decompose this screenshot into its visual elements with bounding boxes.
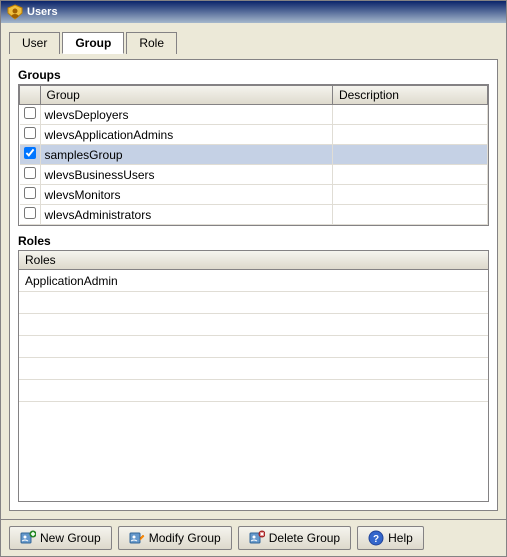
modify-group-label: Modify Group — [149, 531, 221, 545]
table-row[interactable]: samplesGroup — [20, 145, 488, 165]
table-row[interactable]: wlevsMonitors — [20, 185, 488, 205]
groups-table-wrapper: Group Description wlevsDeployerswlevsApp… — [18, 84, 489, 226]
help-button[interactable]: ? Help — [357, 526, 424, 550]
row-group-name: wlevsBusinessUsers — [40, 165, 332, 185]
new-group-label: New Group — [40, 531, 101, 545]
groups-header-row: Group Description — [20, 86, 488, 105]
button-bar: New Group Modify Group — [1, 519, 506, 556]
window: Users User Group Role Groups — [0, 0, 507, 557]
table-row[interactable]: wlevsBusinessUsers — [20, 165, 488, 185]
edit-group-icon — [129, 530, 145, 546]
roles-section: Roles Roles ApplicationAdmin — [18, 234, 489, 502]
row-checkbox-cell — [20, 205, 41, 225]
row-checkbox[interactable] — [24, 127, 36, 139]
roles-header: Roles — [19, 251, 488, 270]
row-description — [332, 125, 487, 145]
users-icon — [7, 4, 23, 20]
tab-user[interactable]: User — [9, 32, 60, 54]
new-group-button[interactable]: New Group — [9, 526, 112, 550]
modify-group-button[interactable]: Modify Group — [118, 526, 232, 550]
add-group-icon — [20, 530, 36, 546]
tab-role[interactable]: Role — [126, 32, 177, 54]
roles-row — [19, 380, 488, 402]
roles-row — [19, 292, 488, 314]
row-group-name: wlevsDeployers — [40, 105, 332, 125]
groups-section: Groups Group Description — [18, 68, 489, 226]
roles-table-container: Roles ApplicationAdmin — [18, 250, 489, 502]
roles-label: Roles — [18, 234, 489, 248]
row-checkbox-cell — [20, 165, 41, 185]
row-checkbox[interactable] — [24, 167, 36, 179]
col-checkbox — [20, 86, 41, 105]
row-checkbox[interactable] — [24, 187, 36, 199]
tab-group[interactable]: Group — [62, 32, 124, 54]
delete-group-button[interactable]: Delete Group — [238, 526, 351, 550]
groups-label: Groups — [18, 68, 489, 82]
row-description — [332, 185, 487, 205]
delete-group-icon — [249, 530, 265, 546]
groups-table: Group Description wlevsDeployerswlevsApp… — [19, 85, 488, 225]
content-area: User Group Role Groups — [1, 23, 506, 519]
tab-bar: User Group Role — [9, 31, 498, 53]
table-row[interactable]: wlevsDeployers — [20, 105, 488, 125]
delete-group-label: Delete Group — [269, 531, 340, 545]
row-description — [332, 165, 487, 185]
row-checkbox-cell — [20, 145, 41, 165]
row-description — [332, 105, 487, 125]
row-checkbox-cell — [20, 125, 41, 145]
col-group: Group — [40, 86, 332, 105]
table-row[interactable]: wlevsAdministrators — [20, 205, 488, 225]
title-bar: Users — [1, 1, 506, 23]
row-description — [332, 205, 487, 225]
col-description: Description — [332, 86, 487, 105]
table-row[interactable]: wlevsApplicationAdmins — [20, 125, 488, 145]
groups-scroll[interactable]: Group Description wlevsDeployerswlevsApp… — [19, 85, 488, 225]
row-group-name: wlevsApplicationAdmins — [40, 125, 332, 145]
svg-text:?: ? — [373, 534, 379, 545]
row-group-name: samplesGroup — [40, 145, 332, 165]
row-checkbox[interactable] — [24, 107, 36, 119]
main-panel: Groups Group Description — [9, 59, 498, 511]
row-group-name: wlevsAdministrators — [40, 205, 332, 225]
help-icon: ? — [368, 530, 384, 546]
roles-row — [19, 336, 488, 358]
row-group-name: wlevsMonitors — [40, 185, 332, 205]
row-checkbox-cell — [20, 185, 41, 205]
roles-row — [19, 358, 488, 380]
window-title: Users — [27, 6, 58, 18]
row-description — [332, 145, 487, 165]
groups-body: wlevsDeployerswlevsApplicationAdminssamp… — [20, 105, 488, 225]
row-checkbox[interactable] — [24, 147, 36, 159]
row-checkbox-cell — [20, 105, 41, 125]
roles-rows: ApplicationAdmin — [19, 270, 488, 501]
row-checkbox[interactable] — [24, 207, 36, 219]
roles-row: ApplicationAdmin — [19, 270, 488, 292]
help-label: Help — [388, 531, 413, 545]
roles-row — [19, 314, 488, 336]
